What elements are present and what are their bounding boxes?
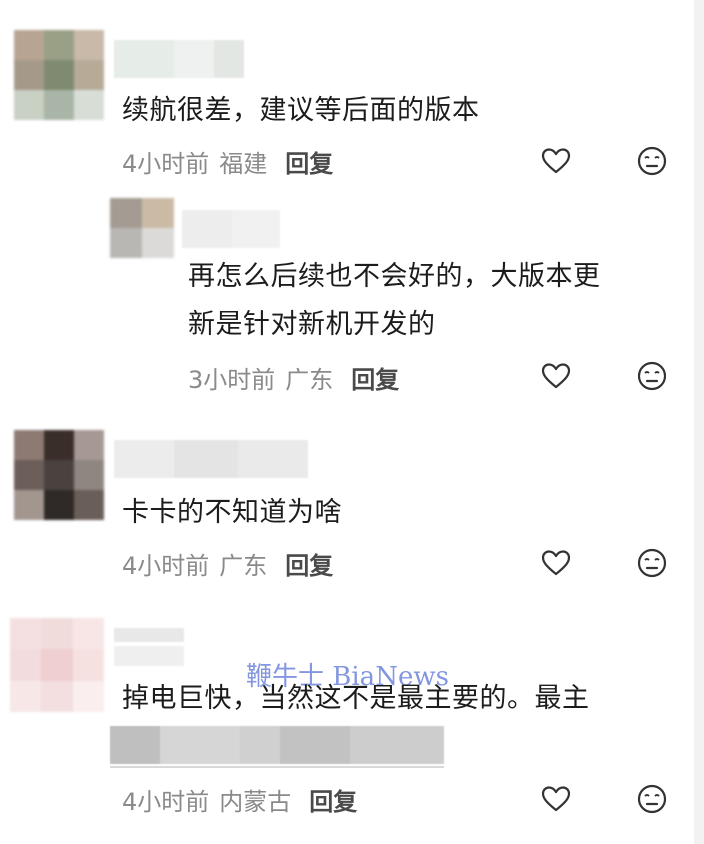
heart-icon[interactable] xyxy=(540,547,572,579)
timestamp: 4小时前 xyxy=(122,150,210,178)
avatar[interactable] xyxy=(110,198,174,258)
meh-face-icon[interactable] xyxy=(636,145,668,177)
username-blurred[interactable] xyxy=(114,40,244,78)
timestamp: 4小时前 xyxy=(122,788,210,816)
username-blurred[interactable] xyxy=(182,210,280,248)
reply-button[interactable]: 回复 xyxy=(309,782,357,817)
location: 广东 xyxy=(219,552,268,580)
comment-text: 续航很差，建议等后面的版本 xyxy=(122,95,480,126)
timestamp: 4小时前 xyxy=(122,552,210,580)
meh-face-icon[interactable] xyxy=(636,783,668,815)
username-blurred[interactable] xyxy=(114,628,184,642)
meh-face-icon[interactable] xyxy=(636,547,668,579)
heart-icon[interactable] xyxy=(540,783,572,815)
reply-button[interactable]: 回复 xyxy=(285,546,333,581)
username-blurred[interactable] xyxy=(114,440,308,478)
timestamp: 3小时前 xyxy=(188,366,276,394)
divider xyxy=(110,766,444,768)
reply-button[interactable]: 回复 xyxy=(285,144,333,179)
comment-text-blurred xyxy=(110,726,444,764)
reply-button[interactable]: 回复 xyxy=(351,360,399,395)
comment-meta: 4小时前 广东 回复 xyxy=(122,546,333,581)
comment-meta: 4小时前 内蒙古 回复 xyxy=(122,782,357,817)
comment-meta: 4小时前 福建 回复 xyxy=(122,144,333,179)
location: 福建 xyxy=(219,150,268,178)
username-blurred[interactable] xyxy=(114,646,184,666)
heart-icon[interactable] xyxy=(540,360,572,392)
scroll-rail[interactable] xyxy=(694,0,704,844)
heart-icon[interactable] xyxy=(540,145,572,177)
location: 内蒙古 xyxy=(219,788,292,816)
comment-text: 卡卡的不知道为啥 xyxy=(122,497,342,528)
location: 广东 xyxy=(285,366,334,394)
avatar[interactable] xyxy=(14,430,104,520)
comment-text-line-1: 再怎么后续也不会好的，大版本更 xyxy=(188,261,601,292)
avatar[interactable] xyxy=(14,30,104,120)
comment-text-line-2: 新是针对新机开发的 xyxy=(188,309,436,340)
comment-text: 掉电巨快，当然这不是最主要的。最主 xyxy=(122,683,590,714)
avatar[interactable] xyxy=(10,618,104,712)
meh-face-icon[interactable] xyxy=(636,360,668,392)
comment-meta: 3小时前 广东 回复 xyxy=(188,360,399,395)
